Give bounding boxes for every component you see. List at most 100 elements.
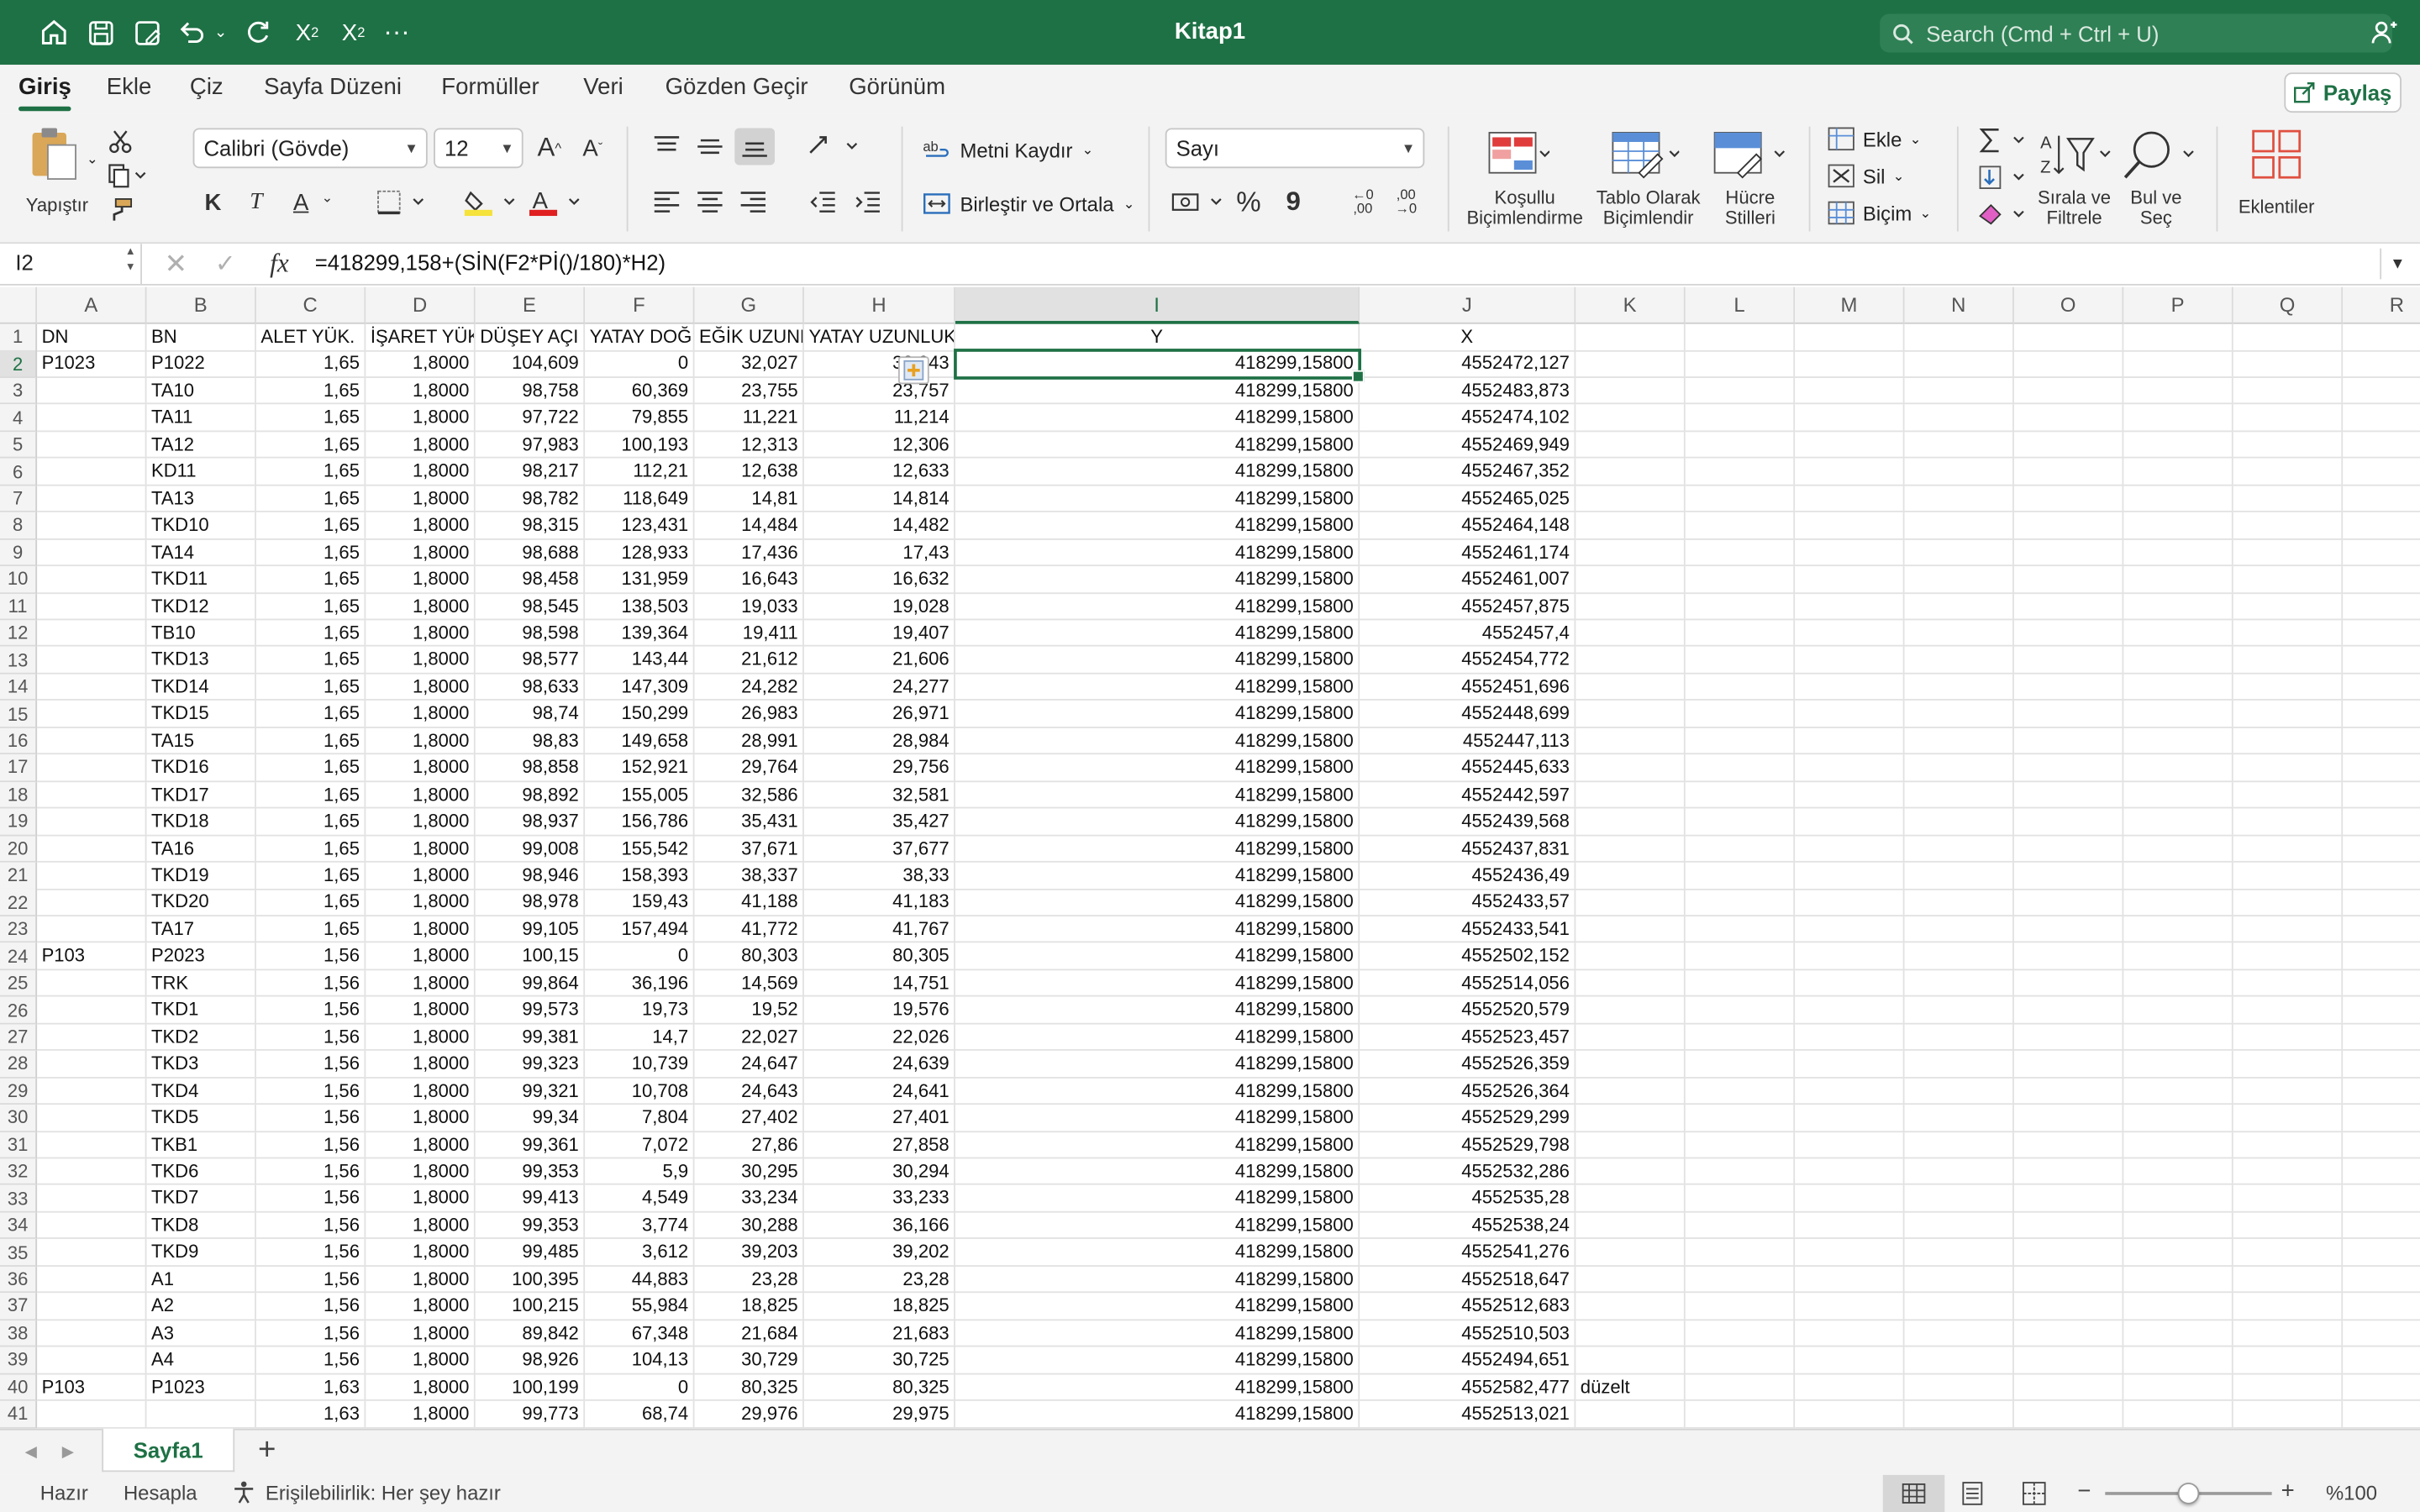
table-cell[interactable] — [1904, 1051, 2014, 1079]
table-cell[interactable]: 4552510,503 — [1360, 1320, 1576, 1347]
table-cell[interactable]: 4552529,798 — [1360, 1131, 1576, 1159]
table-cell[interactable]: 4552454,772 — [1360, 647, 1576, 675]
table-cell[interactable] — [2233, 862, 2344, 890]
table-cell[interactable] — [37, 1266, 147, 1294]
table-cell[interactable]: 4552447,113 — [1360, 727, 1576, 755]
table-cell[interactable]: 14,751 — [803, 969, 955, 998]
table-cell[interactable]: TA16 — [146, 835, 256, 863]
confirm-entry-icon[interactable]: ✓ — [210, 249, 241, 280]
table-cell[interactable]: 418299,15800 — [955, 1051, 1360, 1079]
table-cell[interactable]: 4552457,4 — [1360, 620, 1576, 648]
table-cell[interactable] — [2123, 431, 2233, 459]
table-cell[interactable]: 3,774 — [585, 1212, 695, 1240]
table-cell[interactable]: TA10 — [146, 377, 256, 405]
table-cell[interactable] — [2233, 889, 2344, 916]
table-cell[interactable] — [1795, 377, 1905, 405]
table-cell[interactable] — [2233, 674, 2344, 701]
table-cell[interactable] — [2123, 1266, 2233, 1294]
table-cell[interactable] — [1685, 1400, 1796, 1428]
fill-color-icon[interactable] — [460, 185, 521, 218]
table-cell[interactable]: TKD16 — [146, 754, 256, 782]
table-cell[interactable]: 1,65 — [255, 512, 366, 540]
table-cell[interactable] — [2123, 1400, 2233, 1428]
table-cell[interactable] — [2123, 1212, 2233, 1240]
table-cell[interactable] — [1576, 701, 1686, 728]
table-cell[interactable] — [1795, 1185, 1905, 1213]
table-cell[interactable]: 1,8000 — [366, 1078, 476, 1105]
row-header[interactable]: 36 — [0, 1266, 38, 1294]
table-cell[interactable]: 1,8000 — [366, 1239, 476, 1267]
table-cell[interactable]: 99,773 — [475, 1400, 586, 1428]
paste-dropdown-icon[interactable]: ⌄ — [87, 151, 98, 168]
table-cell[interactable]: 1,65 — [255, 620, 366, 648]
table-cell[interactable]: 99,413 — [475, 1185, 586, 1213]
table-cell[interactable]: 100,193 — [585, 431, 695, 459]
tab-review[interactable]: Gözden Geçir — [666, 74, 808, 100]
table-cell[interactable] — [1795, 647, 1905, 675]
table-cell[interactable]: 1,56 — [255, 1320, 366, 1347]
table-cell[interactable]: 418299,15800 — [955, 566, 1360, 594]
table-cell[interactable] — [2343, 620, 2420, 648]
table-cell[interactable]: 418299,15800 — [955, 1293, 1360, 1320]
table-cell[interactable]: TKD4 — [146, 1078, 256, 1105]
header-cell[interactable] — [1576, 323, 1686, 351]
table-cell[interactable] — [2013, 862, 2124, 890]
table-cell[interactable] — [2233, 996, 2344, 1025]
header-cell[interactable]: EĞİK UZUNLUK — [694, 323, 804, 351]
header-cell[interactable]: İŞARET YÜK. — [366, 323, 476, 351]
table-cell[interactable] — [37, 1400, 147, 1428]
table-cell[interactable]: TKD3 — [146, 1051, 256, 1079]
table-cell[interactable]: 21,683 — [803, 1320, 955, 1347]
delete-cells-button[interactable]: Sil ⌄ — [1828, 160, 1905, 192]
table-cell[interactable]: 1,56 — [255, 1185, 366, 1213]
table-cell[interactable]: 98,978 — [475, 889, 586, 916]
row-header[interactable]: 32 — [0, 1158, 38, 1186]
table-cell[interactable] — [2013, 754, 2124, 782]
table-cell[interactable] — [2123, 1105, 2233, 1132]
header-cell[interactable]: X — [1360, 323, 1576, 351]
wrap-text-button[interactable]: ab Metni Kaydır ⌄ — [923, 133, 1093, 166]
table-cell[interactable] — [2013, 916, 2124, 943]
bold-button[interactable]: K — [197, 185, 229, 218]
column-header-n[interactable]: N — [1904, 286, 2014, 324]
column-header-r[interactable]: R — [2343, 286, 2420, 324]
table-cell[interactable]: 4552442,597 — [1360, 781, 1576, 809]
table-cell[interactable]: 1,65 — [255, 350, 366, 378]
table-cell[interactable]: 27,858 — [803, 1131, 955, 1159]
table-cell[interactable]: 418299,15800 — [955, 539, 1360, 567]
table-cell[interactable] — [1904, 1105, 2014, 1132]
table-cell[interactable] — [1576, 727, 1686, 755]
table-cell[interactable]: 100,199 — [475, 1373, 586, 1401]
table-cell[interactable] — [2233, 566, 2344, 594]
table-cell[interactable]: 14,569 — [694, 969, 804, 998]
table-cell[interactable] — [2343, 539, 2420, 567]
table-cell[interactable] — [1685, 969, 1796, 998]
table-cell[interactable] — [37, 1239, 147, 1267]
table-cell[interactable]: 1,8000 — [366, 1266, 476, 1294]
table-cell[interactable] — [2123, 566, 2233, 594]
table-cell[interactable] — [37, 996, 147, 1025]
table-cell[interactable]: 4552513,021 — [1360, 1400, 1576, 1428]
table-cell[interactable]: 4552520,579 — [1360, 996, 1576, 1025]
table-cell[interactable]: 158,393 — [585, 862, 695, 890]
table-cell[interactable]: 1,65 — [255, 727, 366, 755]
table-cell[interactable] — [2343, 378, 2420, 405]
table-cell[interactable]: 150,299 — [585, 701, 695, 728]
table-cell[interactable]: TA11 — [146, 404, 256, 432]
table-cell[interactable] — [2233, 431, 2344, 459]
row-header[interactable]: 17 — [0, 754, 38, 782]
table-cell[interactable] — [1685, 647, 1796, 675]
table-cell[interactable] — [37, 781, 147, 809]
table-cell[interactable] — [1685, 1185, 1796, 1213]
table-cell[interactable]: 123,431 — [585, 512, 695, 540]
table-cell[interactable]: 24,641 — [803, 1078, 955, 1105]
table-cell[interactable] — [1795, 539, 1905, 567]
table-cell[interactable]: 1,56 — [255, 1131, 366, 1159]
calculate-button[interactable]: Hesapla — [124, 1481, 197, 1504]
table-cell[interactable]: 12,638 — [694, 458, 804, 486]
table-cell[interactable]: 99,864 — [475, 969, 586, 998]
table-cell[interactable] — [1795, 458, 1905, 486]
row-header[interactable]: 33 — [0, 1185, 38, 1213]
table-cell[interactable]: P1023 — [37, 350, 147, 378]
table-cell[interactable]: 157,494 — [585, 916, 695, 943]
